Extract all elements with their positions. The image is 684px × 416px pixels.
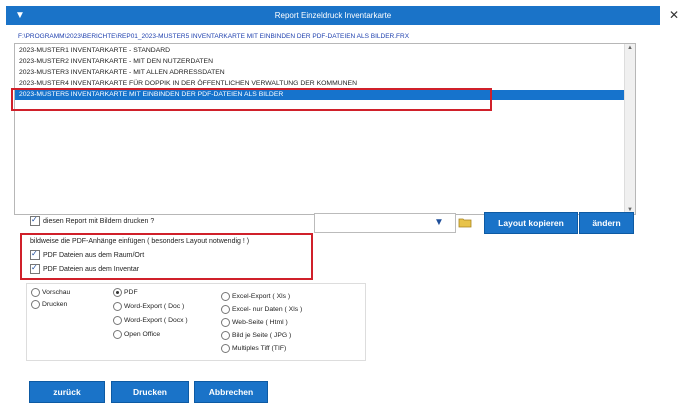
format-label: Excel-Export ( Xls ) <box>232 293 291 300</box>
radio-print-label: Drucken <box>42 301 68 308</box>
list-scrollbar[interactable]: ▲ ▼ <box>624 44 635 214</box>
output-options-panel: Vorschau Drucken PDF Word-Export ( Doc )… <box>26 283 366 361</box>
cancel-button[interactable]: Abbrechen <box>194 381 268 403</box>
format-label: Word-Export ( Docx ) <box>124 317 188 324</box>
close-icon: ✕ <box>668 8 680 22</box>
window-title: Report Einzeldruck Inventarkarte <box>274 11 392 20</box>
pdf-options-highlight-box <box>20 233 313 280</box>
radio-format-xls[interactable]: Excel-Export ( Xls ) <box>221 292 290 301</box>
print-with-images-checkbox[interactable]: diesen Report mit Bildern drucken ? <box>30 215 155 226</box>
radio-format-jpg[interactable]: Bild je Seite ( JPG ) <box>221 331 291 340</box>
window-titlebar: ▼ Report Einzeldruck Inventarkarte <box>6 6 660 25</box>
list-item[interactable]: 2023-MUSTER3 INVENTARKARTE - MIT ALLEN A… <box>19 68 619 78</box>
selection-highlight-box <box>11 88 492 111</box>
back-button[interactable]: zurück <box>29 381 105 403</box>
print-button[interactable]: Drucken <box>111 381 189 403</box>
scroll-up-icon[interactable]: ▲ <box>625 45 635 51</box>
radio-icon <box>221 318 230 327</box>
radio-format-xls-data[interactable]: Excel- nur Daten ( Xls ) <box>221 305 302 314</box>
radio-icon <box>113 330 122 339</box>
radio-format-openoffice[interactable]: Open Office <box>113 330 160 339</box>
format-label: Bild je Seite ( JPG ) <box>232 332 292 339</box>
layout-change-button[interactable]: ändern <box>579 212 634 234</box>
report-file-path: F:\PROGRAMM\2023\BERICHTE\REP01_2023-MUS… <box>18 33 410 40</box>
list-item[interactable]: 2023-MUSTER2 INVENTARKARTE - MIT DEN NUT… <box>19 57 619 67</box>
radio-format-tif[interactable]: Multiples Tiff (TIF) <box>221 344 286 353</box>
radio-format-pdf[interactable]: PDF <box>113 288 138 297</box>
format-label: PDF <box>124 289 138 296</box>
radio-preview[interactable]: Vorschau <box>31 288 70 297</box>
filter-icon: ▼ <box>434 217 444 228</box>
print-with-images-label: diesen Report mit Bildern drucken ? <box>43 217 155 225</box>
format-label: Web-Seite ( Html ) <box>232 319 288 326</box>
radio-icon <box>31 300 40 309</box>
radio-icon <box>221 344 230 353</box>
list-item[interactable]: 2023-MUSTER1 INVENTARKARTE - STANDARD <box>19 46 619 56</box>
format-label: Open Office <box>124 331 161 338</box>
format-label: Word-Export ( Doc ) <box>124 303 185 310</box>
folder-button[interactable] <box>455 215 475 230</box>
radio-icon <box>221 292 230 301</box>
folder-icon <box>458 218 472 228</box>
radio-format-html[interactable]: Web-Seite ( Html ) <box>221 318 288 327</box>
radio-icon <box>113 316 122 325</box>
radio-icon <box>221 331 230 340</box>
radio-icon <box>113 302 122 311</box>
radio-icon <box>31 288 40 297</box>
layout-copy-button[interactable]: Layout kopieren <box>484 212 578 234</box>
radio-icon <box>221 305 230 314</box>
radio-icon <box>113 288 122 297</box>
radio-preview-label: Vorschau <box>42 289 71 296</box>
radio-print[interactable]: Drucken <box>31 300 67 309</box>
radio-format-doc[interactable]: Word-Export ( Doc ) <box>113 302 184 311</box>
checkbox-icon <box>30 215 40 226</box>
radio-format-docx[interactable]: Word-Export ( Docx ) <box>113 316 188 325</box>
report-listbox[interactable]: 2023-MUSTER1 INVENTARKARTE - STANDARD 20… <box>14 43 636 215</box>
filter-button[interactable]: ▼ <box>430 215 448 230</box>
close-button[interactable]: ✕ <box>664 6 684 25</box>
format-label: Excel- nur Daten ( Xls ) <box>232 306 303 313</box>
format-label: Multiples Tiff (TIF) <box>232 345 287 352</box>
